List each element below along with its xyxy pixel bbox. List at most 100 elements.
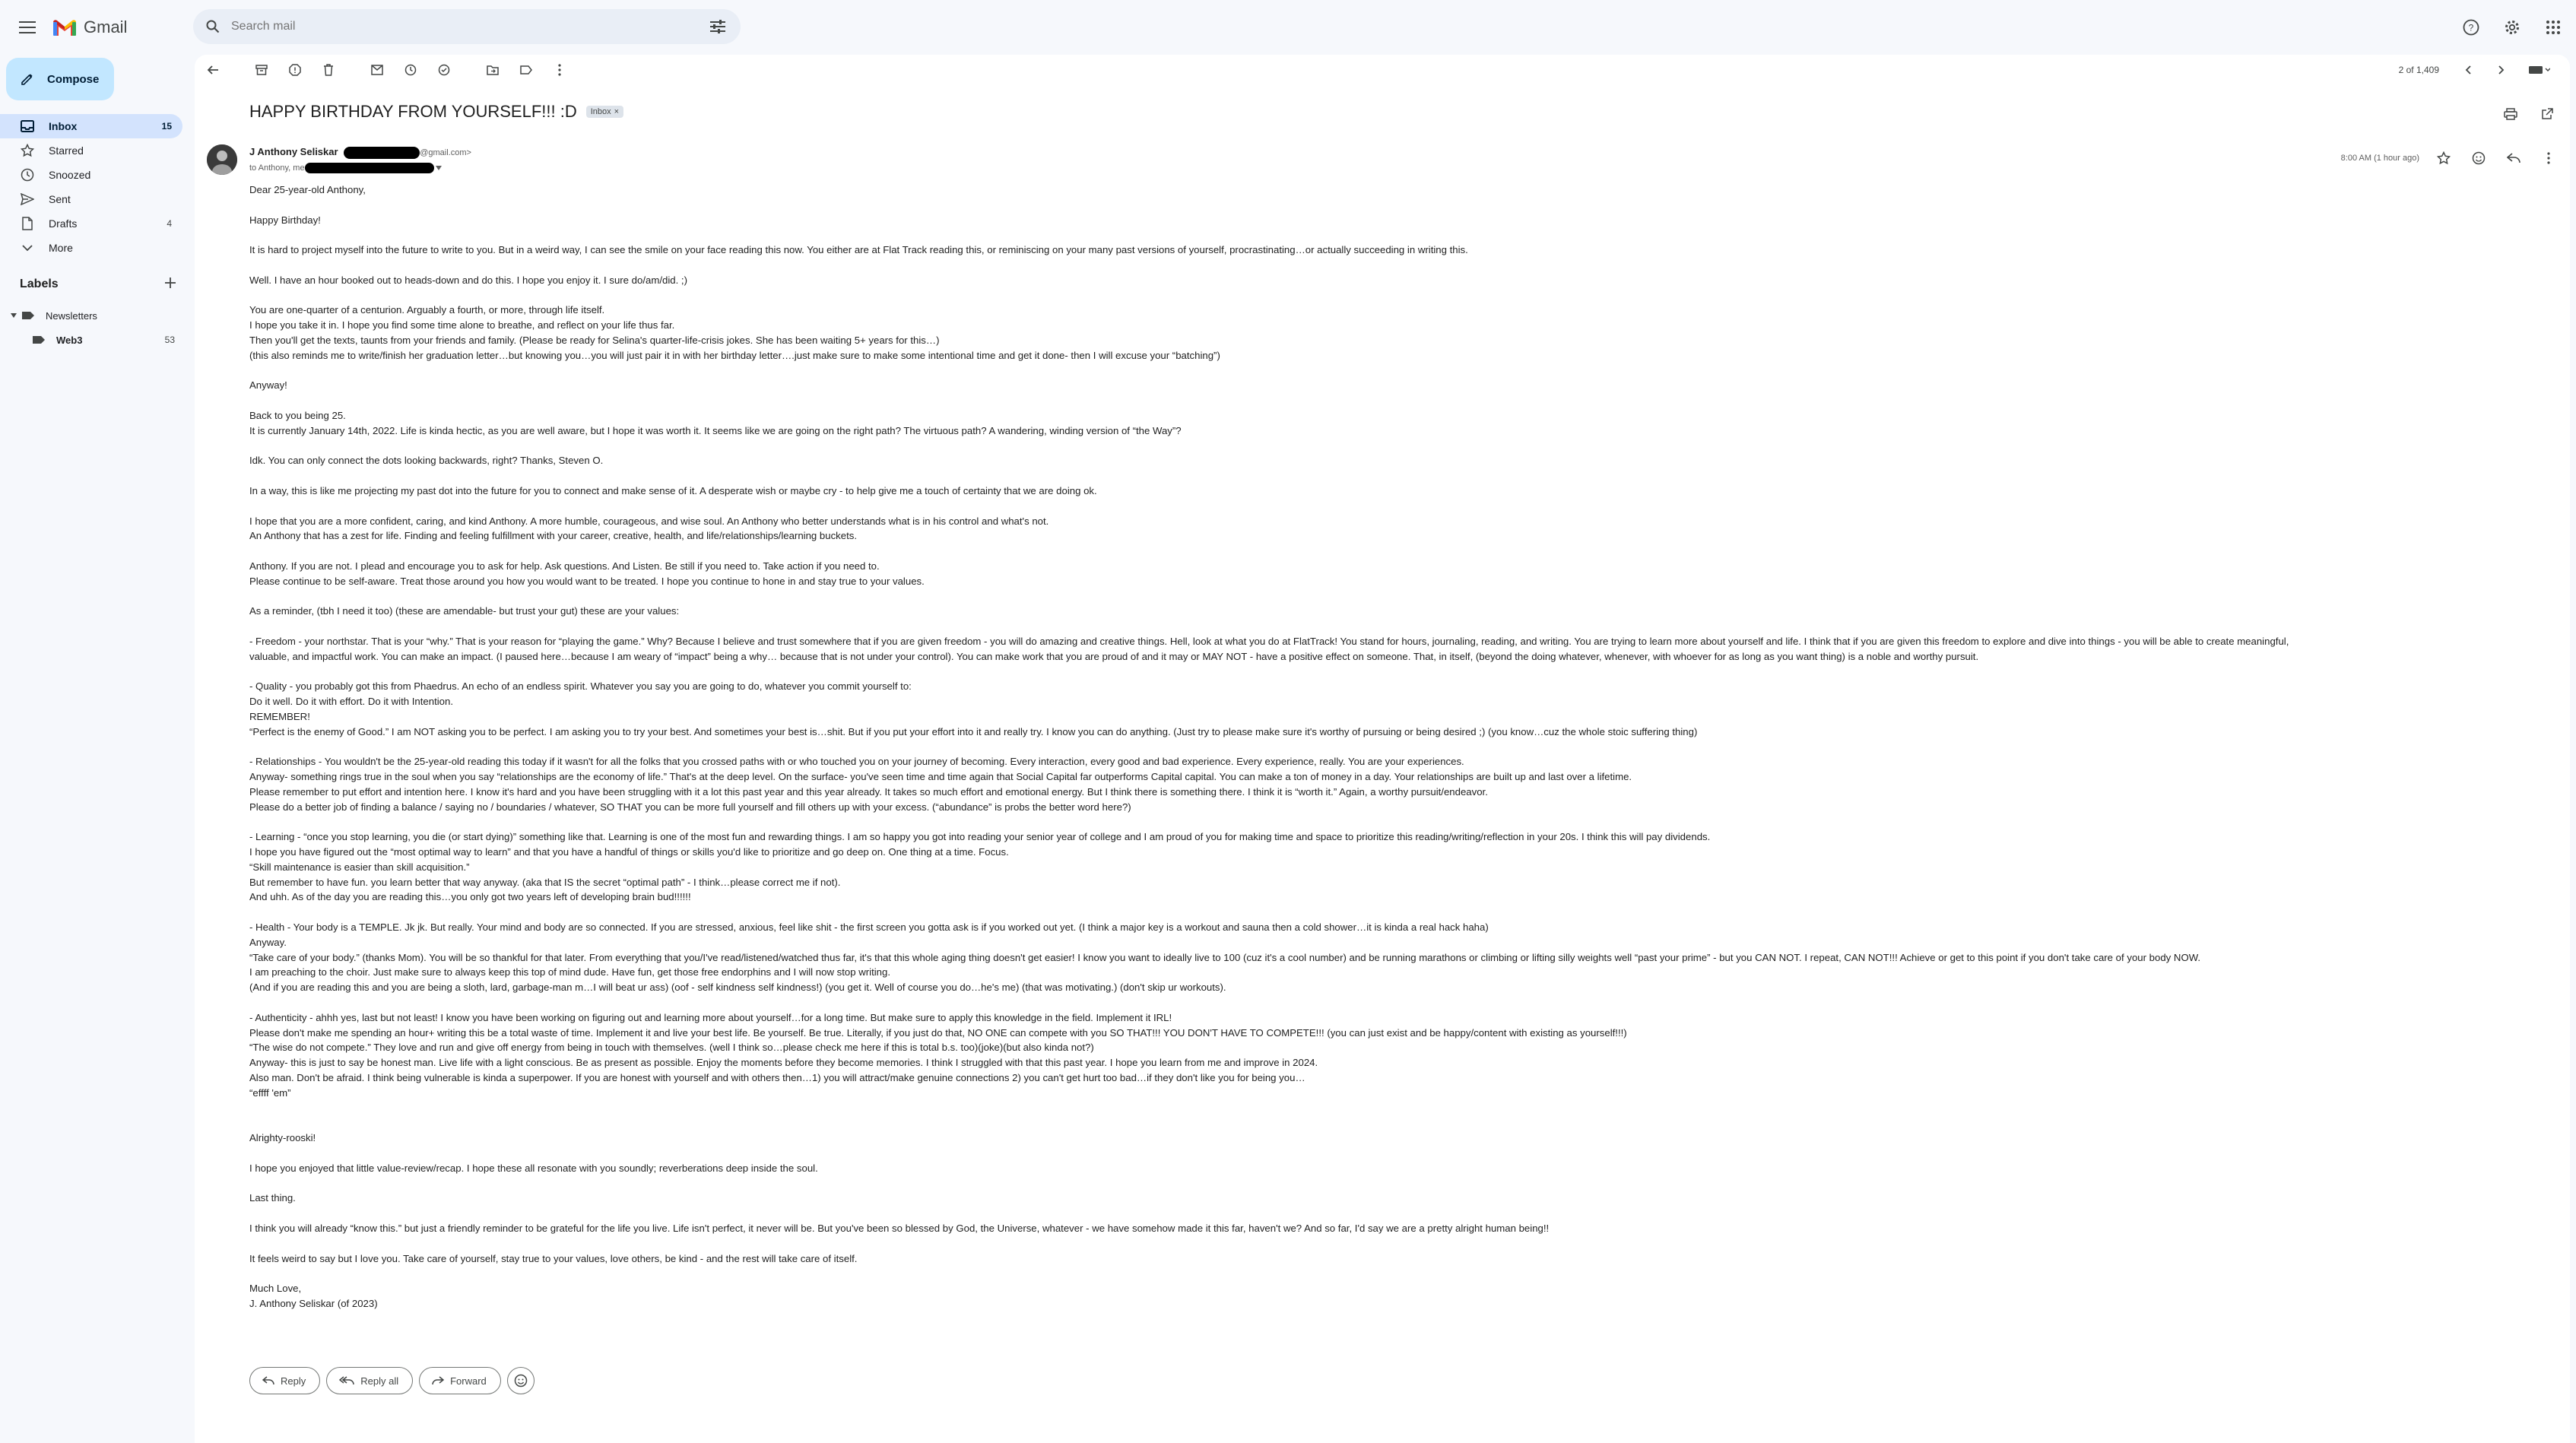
sidebar-item-label: Drafts (49, 217, 78, 230)
label-item-web3[interactable]: Web3 53 (32, 328, 175, 351)
message-toolbar: 2 of 1,409 (195, 55, 2570, 85)
email-line: I hope you take it in. I hope you find s… (249, 319, 675, 331)
email-line: Alrighty-rooski! (249, 1132, 316, 1144)
inbox-icon (20, 119, 35, 134)
inbox-label-chip[interactable]: Inbox × (585, 106, 624, 118)
email-paragraph: Much Love, J. Anthony Seliskar (of 2023) (249, 1281, 2530, 1311)
star-icon[interactable] (2430, 144, 2457, 172)
more-vertical-icon[interactable] (2535, 144, 2562, 172)
snooze-clock-icon[interactable] (397, 56, 424, 84)
add-to-tasks-icon[interactable] (430, 56, 458, 84)
sidebar-item-inbox[interactable]: Inbox 15 (0, 114, 182, 138)
sidebar-item-label: Starred (49, 144, 84, 157)
reply-all-icon (339, 1376, 354, 1385)
email-line: “The wise do not compete.” They love and… (249, 1042, 1094, 1054)
email-line: “Take care of your body.” (thanks Mom). … (249, 951, 2201, 963)
reply-button[interactable]: Reply (249, 1367, 321, 1394)
email-line: Last thing. (249, 1192, 296, 1204)
email-paragraph: - Quality - you probably got this from P… (249, 679, 2530, 739)
redaction-mark (304, 163, 434, 173)
search-options-icon[interactable] (703, 11, 733, 42)
sidebar-item-drafts[interactable]: Drafts 4 (0, 211, 182, 236)
email-paragraph: - Health - Your body is a TEMPLE. Jk jk.… (249, 920, 2530, 995)
print-icon[interactable] (2497, 100, 2524, 128)
email-line: It is currently January 14th, 2022. Life… (249, 424, 1182, 436)
reply-label: Reply (281, 1375, 306, 1387)
email-paragraph: It is hard to project myself into the fu… (249, 243, 2530, 258)
remove-label-icon[interactable]: × (614, 107, 619, 116)
label-count: 53 (164, 335, 175, 345)
message-time: 8:00 AM (1 hour ago) (2340, 154, 2419, 163)
search-icon[interactable] (204, 17, 222, 36)
label-item-newsletters[interactable]: Newsletters (11, 304, 97, 327)
open-new-window-icon[interactable] (2533, 100, 2561, 128)
apps-grid-icon[interactable] (2536, 11, 2570, 44)
email-body: Dear 25-year-old Anthony, Happy Birthday!… (249, 182, 2530, 1311)
email-paragraph: - Freedom - your northstar. That is your… (249, 634, 2530, 664)
top-bar: Gmail ? (0, 0, 2576, 55)
mark-unread-icon[interactable] (363, 56, 391, 84)
sender-name[interactable]: J Anthony Seliskar (249, 146, 338, 157)
email-line: Then you'll get the texts, taunts from y… (249, 334, 940, 346)
label-icon[interactable] (512, 56, 540, 84)
email-paragraph: Well. I have an hour booked out to heads… (249, 273, 2530, 288)
email-line: I am preaching to the choir. Just make s… (249, 966, 890, 978)
caret-down-icon[interactable] (11, 313, 17, 318)
recipients-dropdown-icon[interactable] (435, 166, 442, 170)
more-vertical-icon[interactable] (546, 56, 573, 84)
gmail-m-icon (53, 20, 76, 36)
subject-row: HAPPY BIRTHDAY FROM YOURSELF!!! :D Inbox… (249, 102, 624, 122)
email-line: Much Love, (249, 1283, 302, 1295)
gmail-logo[interactable]: Gmail (53, 17, 127, 37)
main-menu-button[interactable] (9, 9, 46, 46)
recipients-text: to Anthony, me (249, 163, 305, 173)
email-line: In a way, this is like me projecting my … (249, 484, 1097, 496)
email-paragraph: Last thing. (249, 1191, 2530, 1206)
message-meta: 8:00 AM (1 hour ago) (2341, 144, 2562, 172)
sidebar-item-starred[interactable]: Starred (0, 138, 182, 163)
compose-label: Compose (47, 72, 100, 86)
report-spam-icon[interactable] (281, 56, 309, 84)
newer-chevron-left-icon[interactable] (2454, 56, 2482, 84)
move-to-folder-icon[interactable] (479, 56, 506, 84)
add-label-icon[interactable] (164, 277, 176, 293)
email-line: Back to you being 25. (249, 409, 346, 421)
compose-button[interactable]: Compose (6, 58, 114, 100)
forward-button[interactable]: Forward (419, 1367, 501, 1394)
delete-trash-icon[interactable] (315, 56, 342, 84)
email-paragraph: As a reminder, (tbh I need it too) (thes… (249, 604, 2530, 619)
sidebar-item-sent[interactable]: Sent (0, 187, 182, 211)
archive-icon[interactable] (248, 56, 275, 84)
help-icon[interactable]: ? (2454, 11, 2488, 44)
email-line: - Authenticity - ahhh yes, last but not … (249, 1011, 1172, 1023)
email-line: Anthony. If you are not. I plead and enc… (249, 560, 880, 572)
star-icon (20, 143, 35, 158)
search-bar[interactable] (193, 9, 741, 44)
chevron-down-icon (20, 240, 35, 255)
labels-title: Labels (20, 278, 59, 290)
back-arrow-icon[interactable] (199, 56, 227, 84)
pagination-text: 2 of 1,409 (2398, 65, 2439, 75)
recipients-line[interactable]: to Anthony, me (249, 163, 442, 173)
email-line: (And if you are reading this and you are… (249, 982, 1226, 994)
email-line: Anyway. (249, 936, 287, 948)
sidebar-item-more[interactable]: More (0, 236, 182, 260)
email-line: Anyway! (249, 379, 287, 392)
search-input[interactable] (231, 20, 703, 33)
older-chevron-right-icon[interactable] (2488, 56, 2515, 84)
sidebar-item-snoozed[interactable]: Snoozed (0, 163, 182, 187)
email-line: - Health - Your body is a TEMPLE. Jk jk.… (249, 921, 1489, 934)
sidebar-item-label: Sent (49, 193, 71, 205)
email-paragraph: Anyway! (249, 378, 2530, 393)
settings-gear-icon[interactable] (2495, 11, 2529, 44)
emoji-react-icon[interactable] (2465, 144, 2492, 172)
email-line: I think you will already “know this.” bu… (249, 1222, 1550, 1234)
chip-label: Inbox (590, 107, 611, 116)
email-paragraph: Back to you being 25. It is currently Jan… (249, 408, 2530, 439)
avatar[interactable] (207, 144, 237, 175)
reply-icon[interactable] (2500, 144, 2527, 172)
email-line: I hope you have figured out the “most op… (249, 846, 1009, 858)
keyboard-input-tools-icon[interactable] (2521, 56, 2558, 84)
emoji-reaction-button[interactable] (506, 1367, 535, 1394)
reply-all-button[interactable]: Reply all (326, 1367, 414, 1394)
